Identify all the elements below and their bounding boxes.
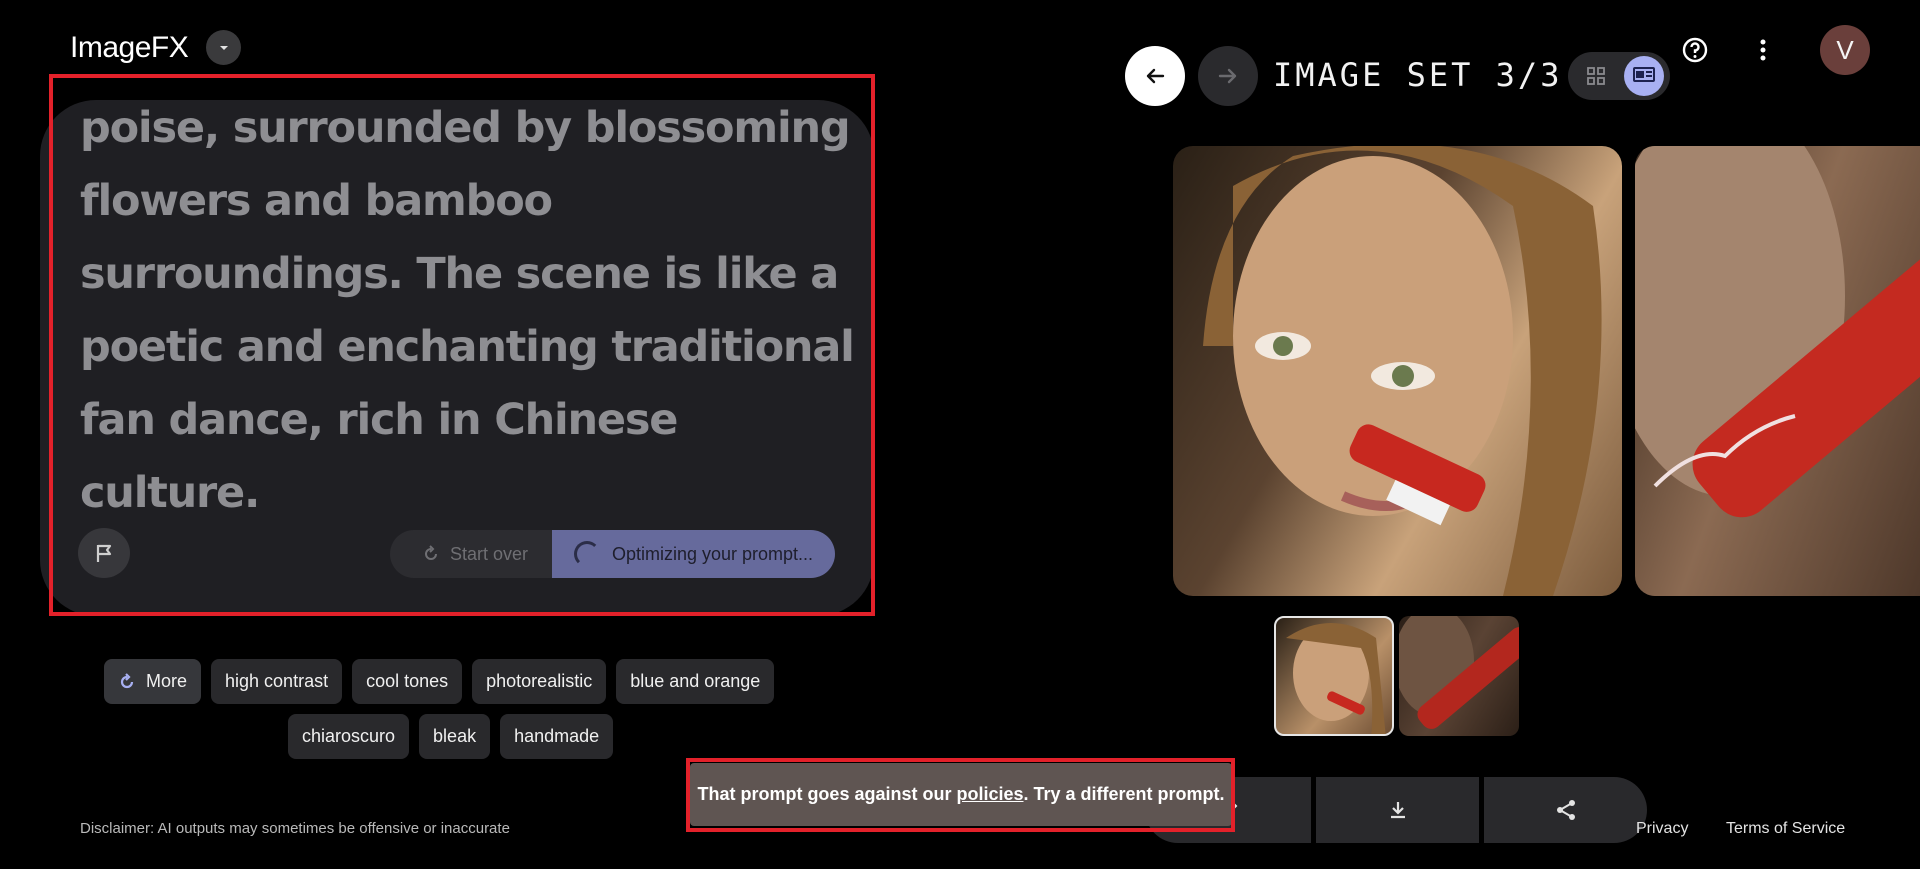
arrow-left-icon — [1146, 68, 1165, 84]
terms-link[interactable]: Terms of Service — [1726, 820, 1845, 838]
thumbnail-2[interactable] — [1399, 616, 1519, 736]
next-set-button[interactable] — [1198, 46, 1258, 106]
more-chips-button[interactable]: More — [104, 659, 202, 704]
toast-highlight-box — [686, 758, 1235, 832]
image-set-label: IMAGE SET 3/3 — [1273, 56, 1563, 94]
prompt-highlight-box — [49, 74, 875, 616]
grid-view-button[interactable] — [1576, 56, 1616, 96]
share-icon — [1556, 800, 1575, 820]
chip-cool-tones[interactable]: cool tones — [352, 659, 463, 704]
privacy-link[interactable]: Privacy — [1636, 820, 1688, 838]
help-button[interactable] — [1677, 32, 1713, 68]
user-avatar[interactable]: V — [1820, 25, 1870, 75]
chip-blue-and-orange[interactable]: blue and orange — [616, 659, 775, 704]
chip-bleak[interactable]: bleak — [419, 714, 491, 759]
arrow-right-icon — [1218, 68, 1237, 84]
share-button[interactable] — [1484, 777, 1647, 843]
download-icon — [1390, 802, 1405, 819]
chips-row-1: More high contrast cool tones photoreali… — [104, 659, 775, 704]
chips-row-2: chiaroscuro bleak handmade — [288, 714, 614, 759]
more-options-button[interactable] — [1745, 32, 1781, 68]
chevron-down-icon — [219, 45, 228, 50]
chip-handmade[interactable]: handmade — [500, 714, 614, 759]
more-vertical-icon — [1760, 39, 1766, 61]
refresh-icon — [120, 672, 134, 688]
generated-image-main[interactable] — [1173, 146, 1622, 596]
chip-photorealistic[interactable]: photorealistic — [472, 659, 607, 704]
thumbnail-image — [1286, 623, 1386, 734]
generated-image-second[interactable] — [1635, 146, 1920, 596]
disclaimer-text: Disclaimer: AI outputs may sometimes be … — [80, 820, 510, 837]
more-label: More — [146, 671, 188, 691]
chip-chiaroscuro[interactable]: chiaroscuro — [288, 714, 410, 759]
chip-high-contrast[interactable]: high contrast — [211, 659, 343, 704]
carousel-icon — [1633, 67, 1655, 82]
download-button[interactable] — [1316, 777, 1479, 843]
thumbnail-1[interactable] — [1274, 616, 1394, 736]
help-icon — [1682, 37, 1708, 63]
grid-icon — [1587, 67, 1605, 85]
portrait-image — [1203, 146, 1602, 596]
thumbnail-image — [1399, 616, 1519, 729]
app-title: ImageFX — [70, 30, 189, 64]
portrait-image — [1635, 146, 1920, 518]
previous-set-button[interactable] — [1125, 46, 1185, 106]
carousel-view-button[interactable] — [1624, 56, 1664, 96]
app-header: ImageFX — [70, 30, 242, 65]
app-switcher-button[interactable] — [206, 30, 242, 65]
view-toggle — [1568, 52, 1670, 100]
